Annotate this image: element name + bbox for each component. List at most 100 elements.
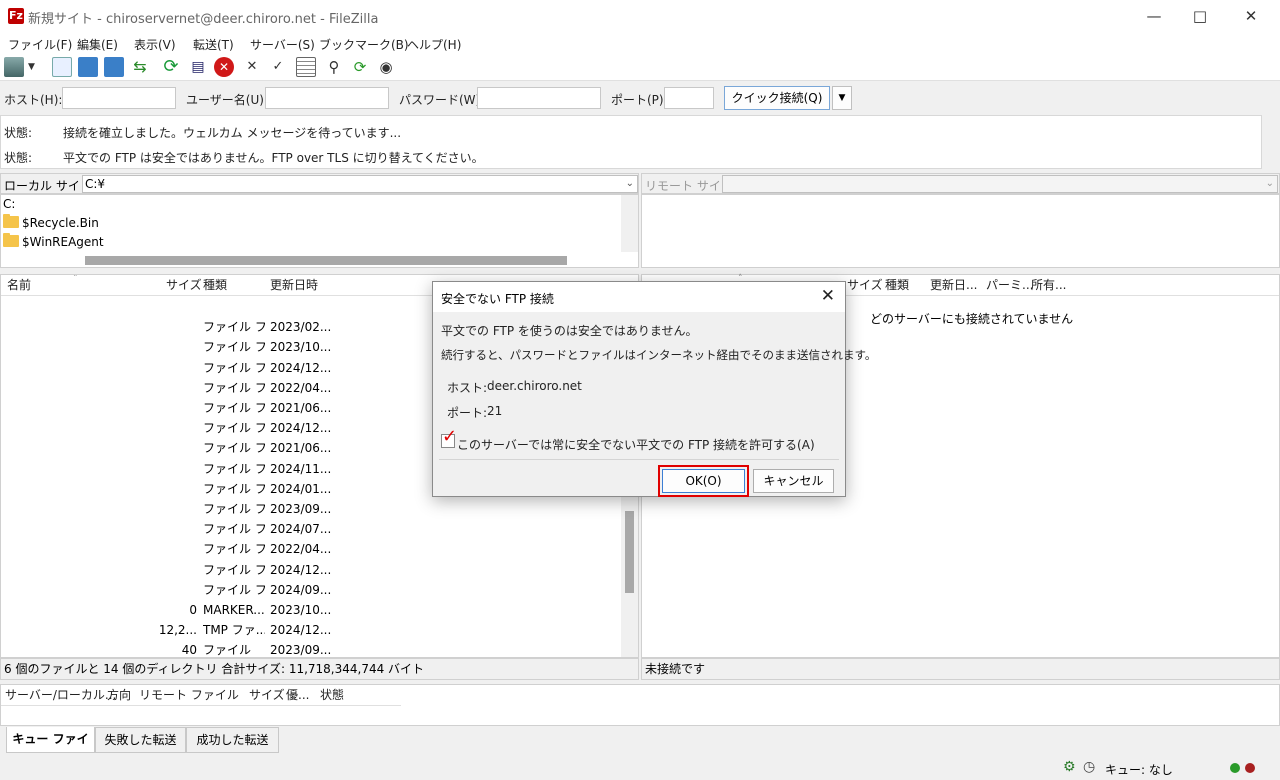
tab-successful-transfers[interactable]: 成功した転送 <box>186 727 279 753</box>
quickconnect-button[interactable]: クイック接続(Q) <box>724 86 830 110</box>
menu-bookmark[interactable]: ブックマーク(B) <box>319 36 409 53</box>
quickconnect-dropdown-icon[interactable]: ▼ <box>832 86 852 110</box>
dropdown-arrow-icon[interactable]: ▼ <box>28 57 42 77</box>
reconnect-icon[interactable]: ✓ <box>268 57 288 77</box>
file-type: ファイル フ... <box>203 401 265 415</box>
toolbar: ▼ ⇆ ⟳ ▤ ✕ ✕ ✓ ⚲ ⟳ ◉ <box>0 53 1280 81</box>
header-type[interactable]: 種類 <box>203 275 227 295</box>
table-row[interactable]: Recoveryファイル フ...2023/09... <box>1 499 621 519</box>
dialog-divider <box>439 459 839 460</box>
close-window-button[interactable]: ✕ <box>1228 0 1274 33</box>
header-type[interactable]: 種類 <box>885 275 909 295</box>
queue-col-priority[interactable]: 優... <box>286 685 309 705</box>
speed-limit-icon[interactable]: ◷ <box>1083 759 1095 775</box>
toggle-local-tree-icon[interactable] <box>78 57 98 77</box>
tree-item[interactable]: $Recycle.Bin <box>3 214 99 230</box>
queue-col-remote-file[interactable]: リモート ファイル <box>139 685 239 705</box>
header-permissions[interactable]: パーミ... <box>986 275 1033 295</box>
dialog-host-value: deer.chiroro.net <box>487 379 582 393</box>
dialog-message-2: 続行すると、パスワードとファイルはインターネット経由でそのまま送信されます。 <box>441 348 877 362</box>
table-row[interactable]: Windowsファイル フ...2024/12... <box>1 560 621 580</box>
username-input[interactable] <box>265 87 389 109</box>
scrollbar-thumb[interactable] <box>625 511 634 593</box>
menu-transfer[interactable]: 転送(T) <box>193 36 234 53</box>
file-modified: 2022/04... <box>270 380 332 395</box>
menu-file[interactable]: ファイル(F) <box>8 36 72 53</box>
table-row[interactable]: $WINRE_BACKUP_P...0MARKER...2023/10... <box>1 600 621 620</box>
site-manager-icon[interactable] <box>4 57 24 77</box>
header-size[interactable]: サイズ <box>166 275 202 295</box>
sync-browse-icon[interactable]: ⟳ <box>350 57 370 77</box>
password-input[interactable] <box>477 87 601 109</box>
process-queue-icon[interactable]: ▤ <box>188 57 208 77</box>
tree-item[interactable]: C: <box>3 197 15 211</box>
local-site-path-combo[interactable]: C:¥ ⌄ <box>82 175 638 193</box>
cancel-button[interactable]: キャンセル <box>753 469 834 493</box>
remote-site-path-combo[interactable]: ⌄ <box>722 175 1278 193</box>
directory-listing-filter-icon[interactable] <box>296 57 316 77</box>
menu-view[interactable]: 表示(V) <box>134 36 176 53</box>
queue-col-status[interactable]: 状態 <box>320 685 344 705</box>
port-input[interactable] <box>664 87 714 109</box>
toggle-log-icon[interactable] <box>52 57 72 77</box>
tab-queued-files[interactable]: キュー ファイル <box>6 727 95 770</box>
table-row[interactable]: System Volume Info...ファイル フ...2024/07... <box>1 519 621 539</box>
binoculars-icon[interactable]: ◉ <box>376 57 396 77</box>
menu-server[interactable]: サーバー(S) <box>250 36 315 53</box>
file-type: MARKER... <box>203 603 265 617</box>
table-row[interactable]: Usersファイル フ...2022/04... <box>1 539 621 559</box>
dialog-host-label: ホスト: <box>447 381 488 395</box>
disconnect-icon[interactable]: ✕ <box>242 57 262 77</box>
ok-button[interactable]: OK(O) <box>662 469 745 493</box>
tree-horizontal-scrollbar[interactable] <box>85 256 567 265</box>
tab-failed-transfers[interactable]: 失敗した転送 <box>95 727 186 753</box>
header-modified[interactable]: 更新日時 <box>270 275 318 295</box>
file-type: ファイル フ... <box>203 522 265 537</box>
cancel-icon[interactable]: ✕ <box>214 57 234 77</box>
header-name[interactable]: 名前 <box>7 275 31 295</box>
header-size[interactable]: サイズ <box>847 275 883 295</box>
password-label: パスワード(W): <box>399 93 485 107</box>
allow-plaintext-label[interactable]: このサーバーでは常に安全でない平文での FTP 接続を許可する(A) <box>457 436 815 453</box>
file-modified: 2023/02... <box>270 320 332 335</box>
transfer-queue-icon[interactable]: ⇆ <box>130 57 150 77</box>
file-modified: 2024/11... <box>270 461 332 476</box>
table-row[interactable]: workファイル フ...2024/09... <box>1 580 621 600</box>
file-type: TMP ファ... <box>203 623 265 638</box>
dialog-title: 安全でない FTP 接続 <box>441 292 554 306</box>
tree-item[interactable]: $WinREAgent <box>3 233 104 249</box>
quickconnect-bar: ホスト(H): ユーザー名(U): パスワード(W): ポート(P): クイック… <box>0 82 1280 114</box>
checkmark-icon: ✓ <box>442 426 458 447</box>
queue-col-size[interactable]: サイズ <box>249 685 285 705</box>
search-icon[interactable]: ⚲ <box>324 57 344 77</box>
close-icon[interactable]: ✕ <box>821 286 835 306</box>
file-modified: 2024/07... <box>270 522 332 537</box>
file-modified: 2021/06... <box>270 401 332 415</box>
queue-status-text: キュー: なし <box>1105 763 1173 777</box>
queue-col-direction[interactable]: 方向 <box>107 685 131 705</box>
queue-col-server[interactable]: サーバー/ローカル... <box>5 685 116 705</box>
maximize-button[interactable]: □ <box>1177 0 1223 33</box>
host-label: ホスト(H): <box>4 93 63 107</box>
header-modified[interactable]: 更新日... <box>930 275 977 295</box>
menu-help[interactable]: ヘルプ(H) <box>407 36 461 53</box>
file-modified: 2023/10... <box>270 603 332 617</box>
host-input[interactable] <box>62 87 176 109</box>
tree-vertical-scrollbar[interactable] <box>621 195 638 252</box>
toggle-remote-tree-icon[interactable] <box>104 57 124 77</box>
log-scrollbar[interactable] <box>1262 115 1280 169</box>
table-row[interactable]: FF2B5D700FB440ファイル2023/09... <box>1 640 621 657</box>
local-status: 6 個のファイルと 14 個のディレクトリ 合計サイズ: 11,718,344,… <box>0 658 639 680</box>
table-row[interactable]: DumpStack.log.tmp12,2...TMP ファ...2024/12… <box>1 620 621 640</box>
menu-edit[interactable]: 編集(E) <box>77 36 118 53</box>
remote-directory-tree <box>641 194 1280 268</box>
header-owner[interactable]: 所有... <box>1031 275 1066 295</box>
remote-status: 未接続です <box>641 658 1280 680</box>
chevron-down-icon: ⌄ <box>625 178 634 189</box>
allow-plaintext-checkbox[interactable]: ✓ <box>441 426 457 448</box>
file-type: ファイル フ... <box>203 481 265 496</box>
file-type: ファイル フ... <box>203 441 265 456</box>
bottom-status-bar: ⚙ ◷ キュー: なし <box>0 755 1280 780</box>
minimize-button[interactable]: — <box>1131 0 1177 33</box>
refresh-icon[interactable]: ⟳ <box>161 57 181 77</box>
